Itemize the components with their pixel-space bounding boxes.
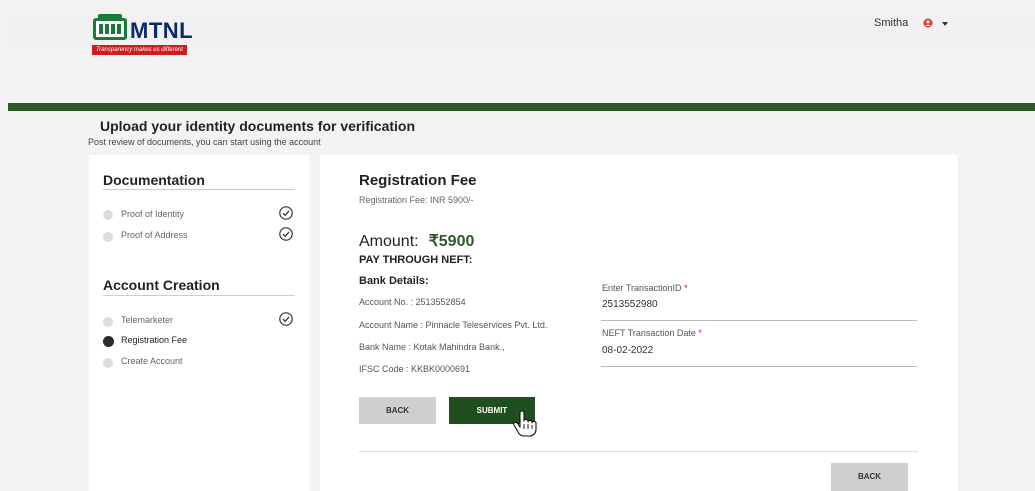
header-green-stripe (8, 103, 1035, 111)
mtnl-logo[interactable]: MTNL Transparency makes us different (92, 12, 202, 56)
neft-date-label-text: NEFT Transaction Date (602, 328, 696, 338)
transaction-id-label-text: Enter TransactionID (602, 283, 682, 293)
step-dot-proof-of-address (103, 232, 113, 242)
transaction-id-label: Enter TransactionID * (602, 283, 688, 293)
registration-fee-text: Registration Fee: INR 5900/- (359, 195, 474, 205)
bank-name: Bank Name : Kotak Mahindra Bank., (359, 342, 505, 352)
bank-ifsc-code: IFSC Code : KKBK0000691 (359, 364, 471, 374)
amount-label: Amount: (359, 233, 419, 250)
check-circle-icon (279, 312, 293, 326)
user-circle-icon[interactable] (923, 18, 933, 28)
transaction-id-underline (601, 320, 917, 321)
username[interactable]: Smitha (874, 17, 908, 29)
mtnl-logo-icon (93, 14, 127, 40)
amount-display: Amount: ₹5900 (359, 231, 474, 251)
transaction-id-input[interactable]: 2513552980 (602, 299, 658, 310)
documentation-heading: Documentation (103, 172, 205, 188)
required-asterisk: * (698, 328, 702, 338)
step-create-account[interactable]: Create Account (121, 356, 183, 366)
step-proof-of-address[interactable]: Proof of Address (121, 230, 188, 240)
pay-through-neft-label: PAY THROUGH NEFT: (359, 254, 473, 266)
form-divider (359, 451, 918, 452)
back-button[interactable]: BACK (359, 397, 436, 424)
bank-account-name: Account Name : Pinnacle Teleservices Pvt… (359, 320, 548, 330)
caret-down-icon[interactable] (942, 22, 948, 26)
neft-date-underline (601, 366, 917, 367)
neft-date-input[interactable]: 08-02-2022 (602, 345, 653, 356)
step-proof-of-identity[interactable]: Proof of Identity (121, 209, 184, 219)
check-circle-icon (279, 206, 293, 220)
bottom-back-button[interactable]: BACK (831, 463, 908, 491)
required-asterisk: * (684, 283, 688, 293)
step-dot-create-account (103, 358, 113, 368)
step-telemarketer[interactable]: Telemarketer (121, 315, 173, 325)
bank-account-number: Account No. : 2513552854 (359, 297, 466, 307)
step-registration-fee[interactable]: Registration Fee (121, 335, 187, 345)
step-dot-telemarketer (103, 317, 113, 327)
check-circle-icon (279, 227, 293, 241)
amount-value: ₹5900 (428, 233, 475, 250)
step-dot-registration-fee-active (103, 336, 114, 347)
hand-pointer-icon (513, 410, 537, 437)
logo-tagline: Transparency makes us different (92, 45, 187, 55)
registration-fee-title: Registration Fee (359, 172, 477, 189)
step-dot-proof-of-identity (103, 210, 113, 220)
page-title: Upload your identity documents for verif… (100, 118, 416, 134)
documentation-divider (103, 189, 295, 190)
page-subtitle: Post review of documents, you can start … (88, 137, 321, 147)
neft-date-label: NEFT Transaction Date * (602, 328, 702, 338)
bank-details-heading: Bank Details: (359, 275, 429, 287)
account-creation-heading: Account Creation (103, 277, 220, 293)
logo-text: MTNL (130, 18, 194, 43)
account-creation-divider (103, 295, 295, 296)
